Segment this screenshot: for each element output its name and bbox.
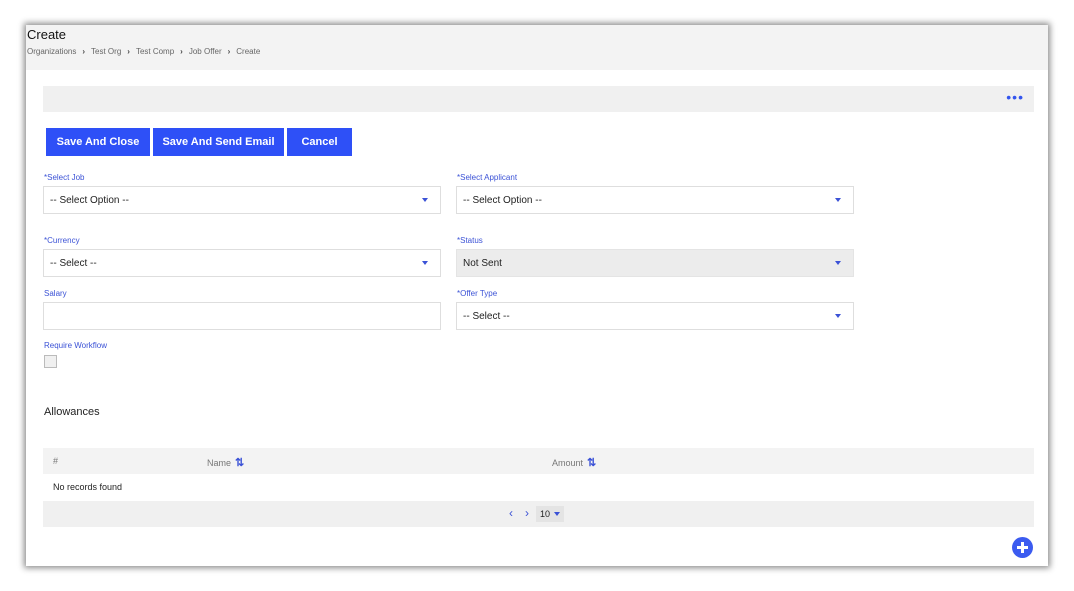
- breadcrumb-organizations[interactable]: Organizations: [27, 47, 76, 56]
- allowances-title: Allowances: [44, 406, 100, 418]
- caret-down-icon: [422, 261, 428, 265]
- save-and-close-button[interactable]: Save And Close: [46, 128, 150, 156]
- select-applicant-label: *Select Applicant: [457, 173, 518, 182]
- page-size-dropdown[interactable]: 10: [536, 506, 565, 522]
- breadcrumb-test-org[interactable]: Test Org: [91, 47, 121, 56]
- page-header: Create Organizations › Test Org › Test C…: [26, 25, 1048, 70]
- require-workflow-label: Require Workflow: [44, 341, 107, 350]
- caret-down-icon: [835, 261, 841, 265]
- caret-down-icon: [835, 314, 841, 318]
- add-circle-icon[interactable]: [1012, 537, 1033, 558]
- paginator: ‹ › 10: [43, 501, 1034, 527]
- breadcrumb-create: Create: [236, 47, 261, 56]
- empty-message: No records found: [53, 482, 123, 492]
- actions-bar: •••: [43, 86, 1034, 112]
- page-title: Create: [27, 27, 67, 42]
- column-header-amount[interactable]: Amount ⇅: [552, 456, 596, 469]
- select-applicant-dropdown[interactable]: -- Select Option --: [456, 186, 854, 214]
- caret-down-icon: [554, 512, 561, 516]
- caret-down-icon: [835, 198, 841, 202]
- allowances-table-header: # Name ⇅ Amount ⇅: [43, 448, 1034, 474]
- page-size-value: 10: [540, 509, 551, 519]
- currency-label: *Currency: [44, 236, 80, 245]
- column-index-label: #: [53, 456, 59, 466]
- salary-label: Salary: [44, 289, 67, 298]
- chevron-right-icon: ›: [180, 47, 183, 56]
- app-window: Create Organizations › Test Org › Test C…: [26, 25, 1048, 566]
- chevron-right-icon[interactable]: ›: [525, 506, 529, 520]
- offer-type-label: *Offer Type: [457, 289, 498, 298]
- column-amount-label: Amount: [552, 457, 584, 468]
- sort-icon[interactable]: ⇅: [587, 456, 596, 469]
- offer-type-dropdown[interactable]: -- Select --: [456, 302, 854, 330]
- select-job-dropdown[interactable]: -- Select Option --: [43, 186, 441, 214]
- sort-icon[interactable]: ⇅: [235, 456, 244, 469]
- status-label: *Status: [457, 236, 483, 245]
- column-header-name[interactable]: Name ⇅: [207, 456, 244, 469]
- status-value: Not Sent: [463, 257, 502, 269]
- save-and-send-email-button[interactable]: Save And Send Email: [153, 128, 284, 156]
- breadcrumb-job-offer[interactable]: Job Offer: [189, 47, 222, 56]
- select-applicant-value: -- Select Option --: [463, 194, 542, 206]
- chevron-right-icon: ›: [82, 47, 86, 56]
- offer-type-value: -- Select --: [463, 310, 510, 322]
- require-workflow-checkbox[interactable]: [44, 355, 57, 368]
- breadcrumb-test-comp[interactable]: Test Comp: [136, 47, 174, 56]
- caret-down-icon: [422, 198, 428, 202]
- currency-value: -- Select --: [50, 257, 97, 269]
- chevron-right-icon: ›: [127, 47, 130, 56]
- ellipsis-icon[interactable]: •••: [1006, 89, 1024, 105]
- salary-input[interactable]: [43, 302, 441, 330]
- chevron-right-icon: ›: [227, 47, 231, 56]
- select-job-value: -- Select Option --: [50, 194, 129, 206]
- breadcrumb: Organizations › Test Org › Test Comp › J…: [27, 47, 260, 56]
- currency-dropdown[interactable]: -- Select --: [43, 249, 441, 277]
- status-dropdown[interactable]: Not Sent: [456, 249, 854, 277]
- column-name-label: Name: [207, 457, 232, 468]
- chevron-left-icon[interactable]: ‹: [509, 506, 513, 520]
- select-job-label: *Select Job: [44, 173, 85, 182]
- cancel-button[interactable]: Cancel: [287, 128, 352, 156]
- column-header-index: #: [53, 456, 58, 466]
